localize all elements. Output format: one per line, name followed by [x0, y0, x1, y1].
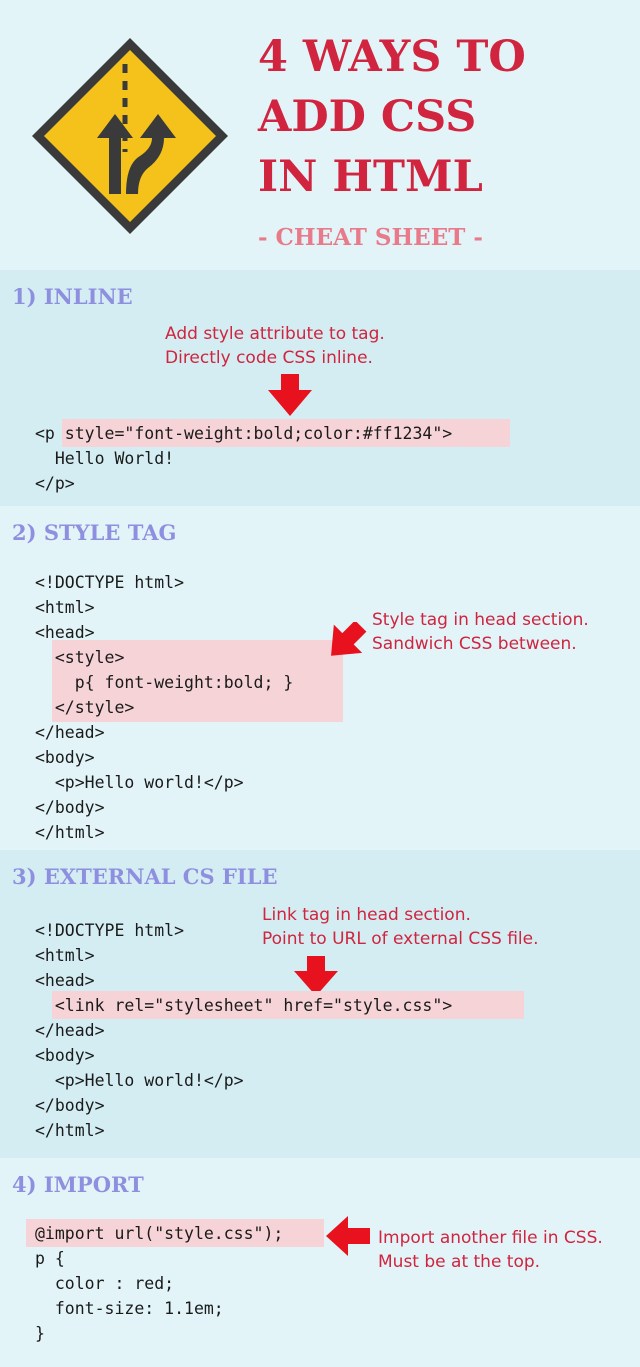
- code-line: <p>Hello world!</p>: [35, 1071, 244, 1090]
- code-line: </head>: [35, 723, 105, 742]
- code-line: }: [35, 1324, 45, 1343]
- page-subtitle: - CHEAT SHEET -: [258, 224, 483, 251]
- note-line: Import another file in CSS.: [378, 1228, 603, 1248]
- code-line: </head>: [35, 1021, 105, 1040]
- code-line: color : red;: [35, 1274, 175, 1293]
- code-line: <!DOCTYPE html>: [35, 921, 185, 940]
- note-line: Directly code CSS inline.: [165, 348, 373, 368]
- inline-note: Add style attribute to tag. Directly cod…: [165, 322, 385, 370]
- inline-code-block: <p style="font-weight:bold;color:#ff1234…: [35, 421, 452, 496]
- code-line: <body>: [35, 748, 95, 767]
- note-line: Sandwich CSS between.: [372, 634, 577, 654]
- page-title-line-1: 4 WAYS TO: [258, 32, 526, 82]
- code-line: p {: [35, 1249, 65, 1268]
- section-title-style-tag: 2) STYLE TAG: [12, 520, 177, 545]
- note-line: Must be at the top.: [378, 1252, 541, 1272]
- cheat-sheet-page: 4 WAYS TO ADD CSS IN HTML - CHEAT SHEET …: [0, 0, 640, 1367]
- code-line: <body>: [35, 1046, 95, 1065]
- code-line: <html>: [35, 598, 95, 617]
- code-line: <style>: [35, 648, 125, 667]
- code-line: Hello World!: [35, 449, 175, 468]
- external-code-block: <!DOCTYPE html> <html> <head> <link rel=…: [35, 918, 452, 1143]
- arrow-left-icon: [326, 1216, 370, 1256]
- code-line: font-size: 1.1em;: [35, 1299, 224, 1318]
- code-line: <p>Hello world!</p>: [35, 773, 244, 792]
- style-tag-code-block: <!DOCTYPE html> <html> <head> <style> p{…: [35, 570, 293, 845]
- code-line: </p>: [35, 474, 75, 493]
- code-line: <head>: [35, 623, 95, 642]
- section-title-external: 3) EXTERNAL CS FILE: [12, 864, 278, 889]
- code-line: <p style="font-weight:bold;color:#ff1234…: [35, 424, 453, 443]
- section-title-import: 4) IMPORT: [12, 1172, 144, 1197]
- code-line: </html>: [35, 823, 105, 842]
- section-title-inline: 1) INLINE: [12, 284, 133, 309]
- code-line: </html>: [35, 1121, 105, 1140]
- code-line: </body>: [35, 798, 105, 817]
- code-line: </body>: [35, 1096, 105, 1115]
- code-line: </style>: [35, 698, 135, 717]
- import-code-block: @import url("style.css"); p { color : re…: [35, 1221, 283, 1346]
- code-line: p{ font-weight:bold; }: [35, 673, 294, 692]
- code-line: <!DOCTYPE html>: [35, 573, 185, 592]
- style-tag-note: Style tag in head section. Sandwich CSS …: [372, 608, 589, 656]
- arrow-down-icon: [268, 374, 312, 416]
- note-line: Style tag in head section.: [372, 610, 589, 630]
- code-line: <head>: [35, 971, 95, 990]
- code-line: <link rel="stylesheet" href="style.css">: [35, 996, 453, 1015]
- arrow-down-left-icon: [331, 622, 367, 656]
- note-line: Add style attribute to tag.: [165, 324, 385, 344]
- page-title-line-3: IN HTML: [258, 152, 483, 202]
- merge-road-sign-icon: [32, 38, 228, 234]
- page-title-line-2: ADD CSS: [258, 92, 477, 142]
- code-line: @import url("style.css");: [35, 1224, 284, 1243]
- code-line: <html>: [35, 946, 95, 965]
- import-note: Import another file in CSS. Must be at t…: [378, 1226, 603, 1274]
